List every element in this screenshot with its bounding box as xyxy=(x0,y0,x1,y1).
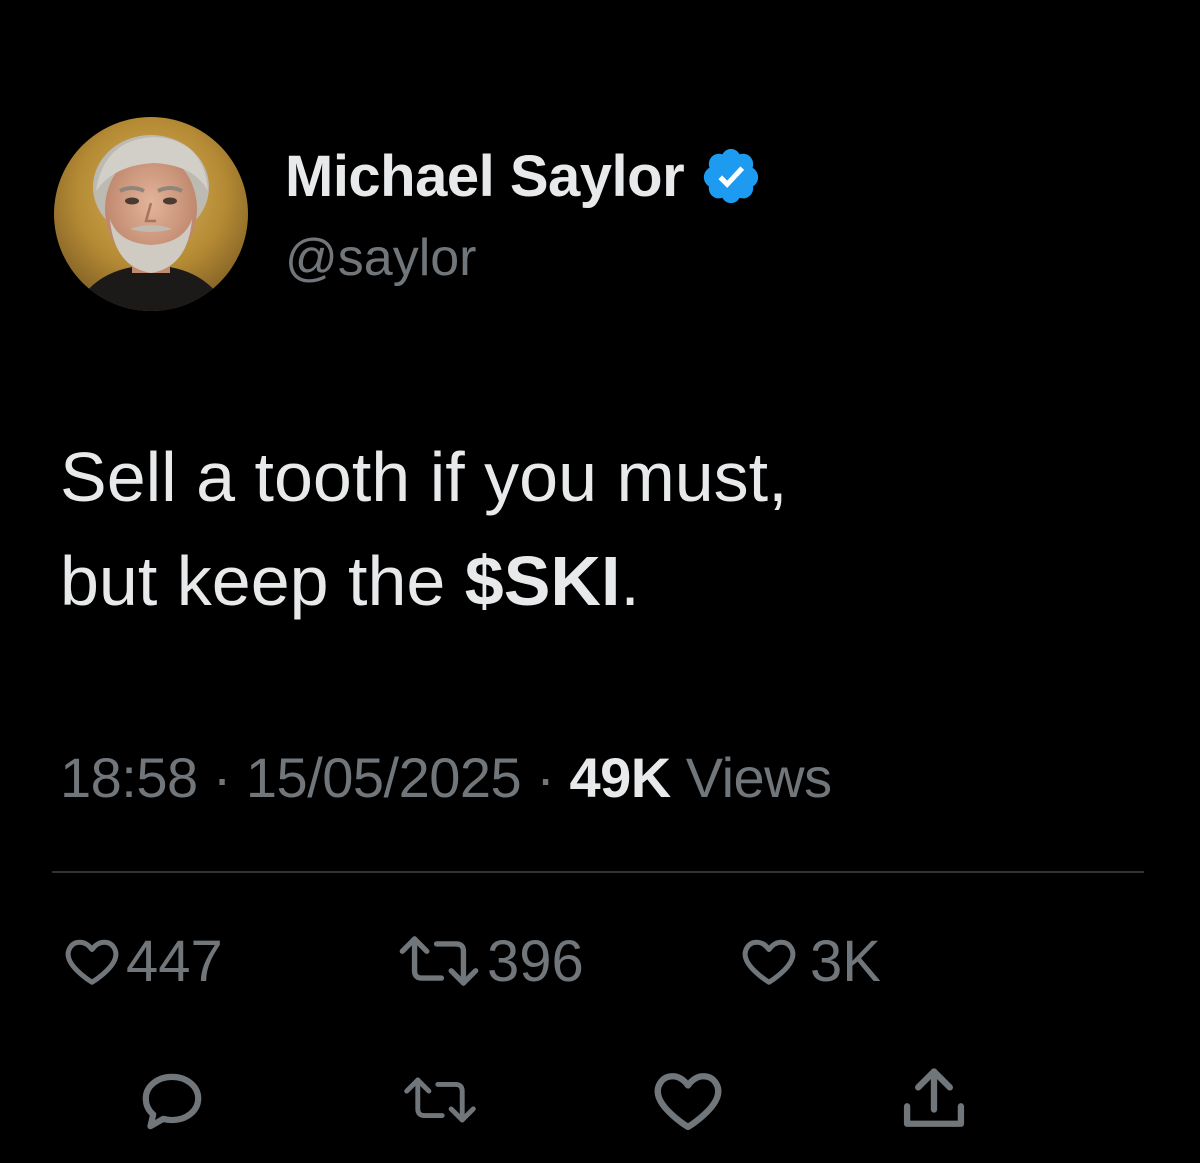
like-icon xyxy=(654,1073,722,1131)
tweet-meta: 18:58 · 15/05/2025 · 49K Views xyxy=(60,745,832,810)
meta-separator: · xyxy=(197,746,246,809)
author-name[interactable]: Michael Saylor xyxy=(285,143,685,210)
tweet-time[interactable]: 18:58 xyxy=(60,746,198,809)
reply-icon xyxy=(142,1073,202,1130)
divider xyxy=(52,871,1144,873)
author-name-row: Michael Saylor xyxy=(285,138,762,214)
cashtag-link[interactable]: $SKI xyxy=(465,542,621,620)
repost-icon xyxy=(404,1077,476,1123)
tweet-text-line-2: but keep the $SKI. xyxy=(60,529,788,633)
repost-icon xyxy=(399,936,479,986)
views-count: 49K xyxy=(569,746,671,809)
stat-reposts-count: 396 xyxy=(487,928,584,994)
stat-replies[interactable]: 447 xyxy=(62,926,223,996)
tweet-text-line-2-prefix: but keep the xyxy=(60,542,465,620)
reply-button[interactable] xyxy=(132,1060,212,1140)
avatar[interactable] xyxy=(54,117,248,311)
stat-reposts[interactable]: 396 xyxy=(395,926,584,996)
tweet-date[interactable]: 15/05/2025 xyxy=(246,746,522,809)
repost-button[interactable] xyxy=(400,1060,480,1140)
tweet-text-line-1: Sell a tooth if you must, xyxy=(60,438,788,516)
views-label: Views xyxy=(670,746,832,809)
author-handle[interactable]: @saylor xyxy=(285,228,477,288)
tweet-card: Michael Saylor @saylor Sell a tooth if y… xyxy=(0,0,1200,1163)
stat-replies-count: 447 xyxy=(126,928,223,994)
stat-likes-count: 3K xyxy=(810,928,881,994)
meta-separator: · xyxy=(521,746,570,809)
heart-icon xyxy=(65,939,119,985)
tweet-text: Sell a tooth if you must, but keep the $… xyxy=(60,425,788,633)
verified-badge-icon xyxy=(704,148,759,204)
like-button[interactable] xyxy=(648,1060,728,1140)
stat-likes[interactable]: 3K xyxy=(732,926,881,996)
heart-icon xyxy=(742,939,796,985)
share-icon xyxy=(903,1068,965,1127)
share-button[interactable] xyxy=(894,1060,974,1140)
tweet-text-line-2-suffix: . xyxy=(620,542,640,620)
avatar-image xyxy=(54,117,248,311)
